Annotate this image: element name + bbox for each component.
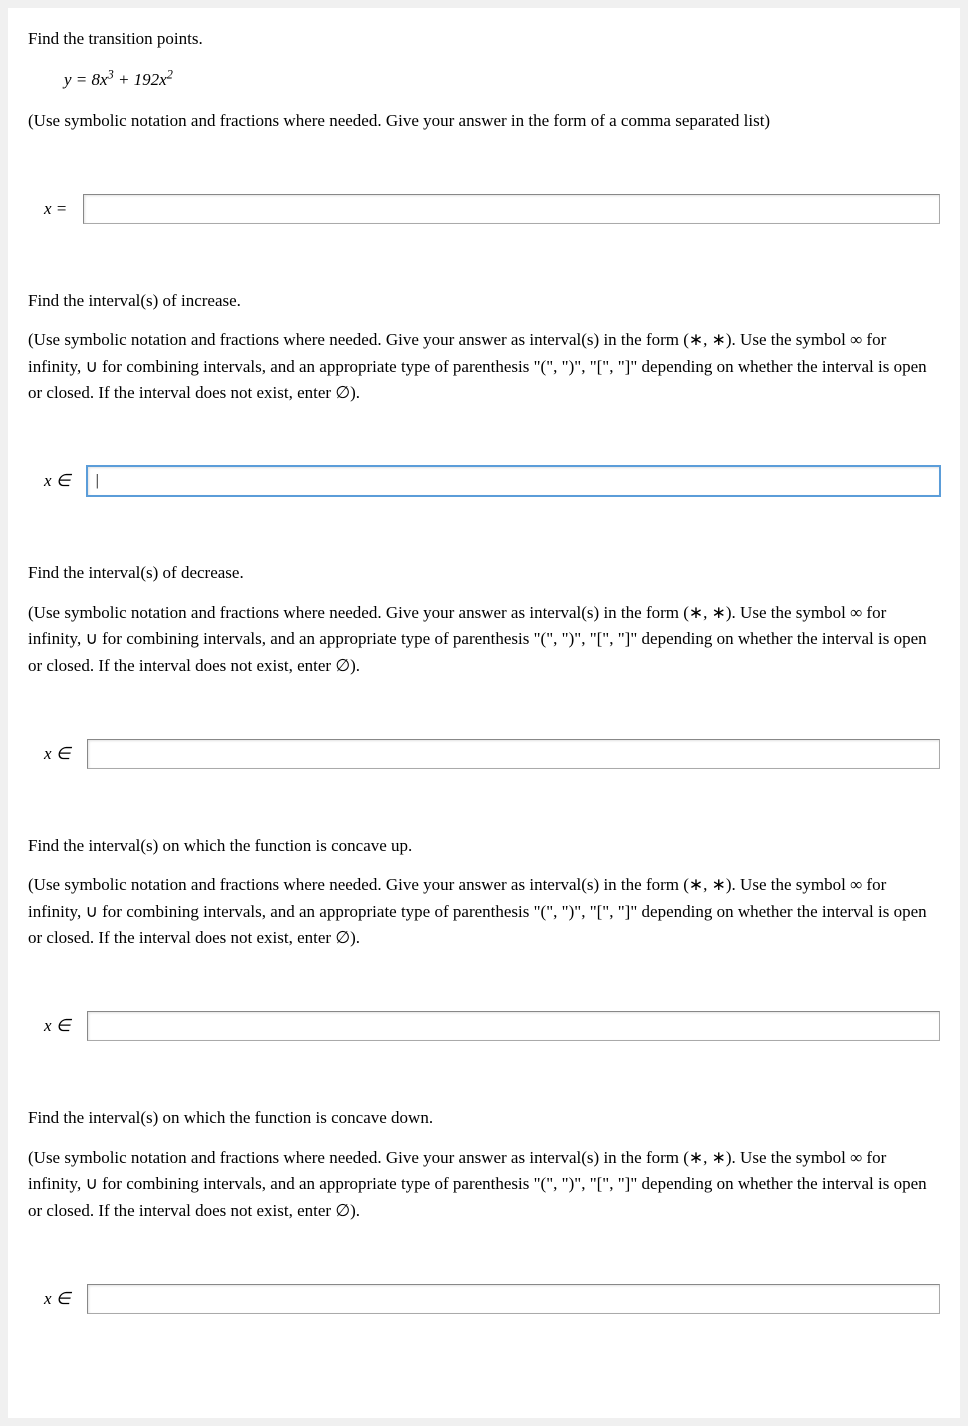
q4-answer-input[interactable] [87,1011,940,1041]
q2-answer-input[interactable] [87,466,940,496]
q4-instructions: (Use symbolic notation and fractions whe… [28,872,940,951]
q2-prompt: Find the interval(s) of increase. [28,288,940,314]
q5-instructions: (Use symbolic notation and fractions whe… [28,1145,940,1224]
q5-label: x ∈ [44,1289,71,1309]
q3-instructions: (Use symbolic notation and fractions whe… [28,600,940,679]
q5-input-row: x ∈ [44,1284,940,1314]
q1-label: x = [44,199,67,219]
question-intervals-increase: Find the interval(s) of increase. (Use s… [28,288,940,497]
q1-answer-input[interactable] [83,194,940,224]
q3-input-row: x ∈ [44,739,940,769]
q3-prompt: Find the interval(s) of decrease. [28,560,940,586]
question-page: Find the transition points. y = 8x3 + 19… [8,8,960,1418]
q4-label: x ∈ [44,1016,71,1036]
question-transition-points: Find the transition points. y = 8x3 + 19… [28,26,940,224]
q5-answer-input[interactable] [87,1284,940,1314]
q2-label: x ∈ [44,471,71,491]
q1-input-row: x = [44,194,940,224]
q1-instructions: (Use symbolic notation and fractions whe… [28,108,940,134]
question-concave-down: Find the interval(s) on which the functi… [28,1105,940,1314]
question-concave-up: Find the interval(s) on which the functi… [28,833,940,1042]
q5-prompt: Find the interval(s) on which the functi… [28,1105,940,1131]
question-intervals-decrease: Find the interval(s) of decrease. (Use s… [28,560,940,769]
q1-prompt: Find the transition points. [28,26,940,52]
q4-prompt: Find the interval(s) on which the functi… [28,833,940,859]
q1-equation: y = 8x3 + 192x2 [64,70,940,90]
q2-instructions: (Use symbolic notation and fractions whe… [28,327,940,406]
q3-label: x ∈ [44,744,71,764]
q4-input-row: x ∈ [44,1011,940,1041]
q3-answer-input[interactable] [87,739,940,769]
q2-input-row: x ∈ [44,466,940,496]
